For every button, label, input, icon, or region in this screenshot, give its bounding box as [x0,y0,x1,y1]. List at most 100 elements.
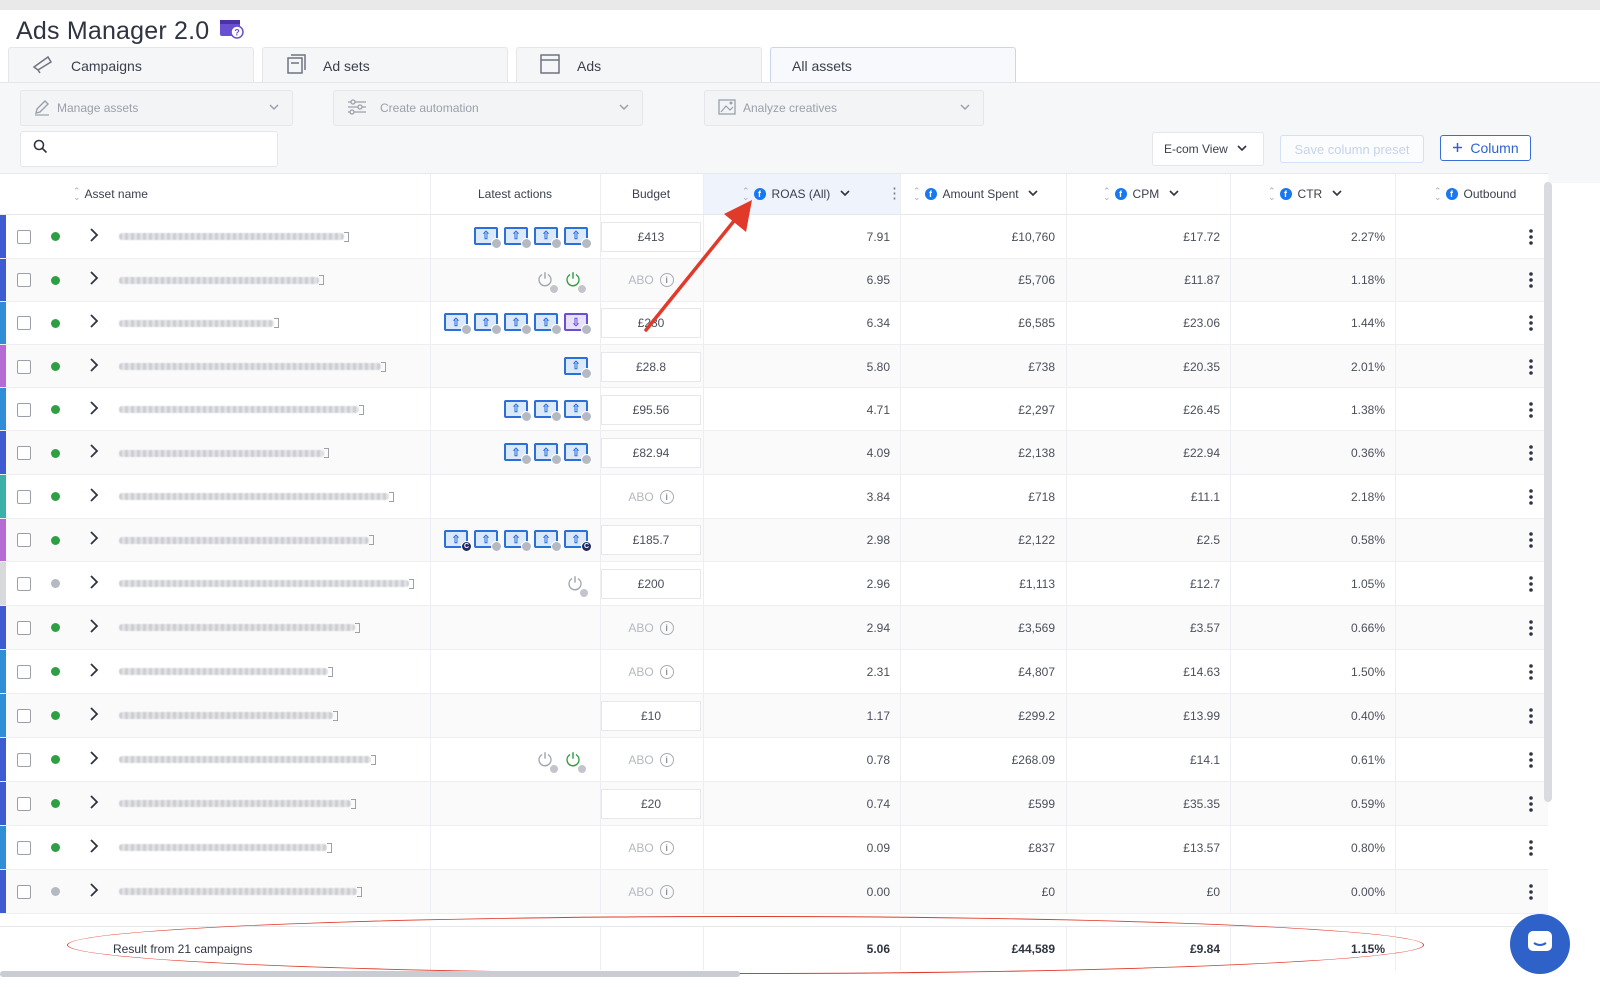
chevron-right-icon[interactable] [89,882,99,903]
budget-field[interactable]: £82.94 [601,438,701,468]
power-icon[interactable]: ⏻ [534,270,559,294]
asset-name-redacted[interactable] [119,668,328,676]
table-row[interactable]: ABO i 2.94 £3,569 £3.57 0.66% [0,605,1548,650]
asset-name-redacted[interactable] [119,406,359,413]
chevron-down-icon[interactable] [1027,187,1039,202]
budget-increase-icon[interactable]: ⇧ C [564,530,592,553]
budget-increase-icon[interactable]: ⇧ [504,443,532,465]
row-checkbox[interactable] [17,533,31,548]
manage-assets-dropdown[interactable]: Manage assets [20,90,293,126]
table-row[interactable]: ⇧ ⇧ ⇧ £95.56 4.71 £2,297 £26.45 1.38% [0,388,1548,431]
header-cpm[interactable]: ⌃ ⌄ f CPM [1103,174,1180,214]
row-checkbox[interactable] [17,273,31,287]
row-menu-icon[interactable] [1528,707,1534,725]
table-row[interactable]: ⏻ ⏻ ABO i 6.95 £5,706 £11.87 1.18% [0,258,1548,302]
chevron-down-icon[interactable] [1168,187,1180,202]
budget-increase-icon[interactable]: ⇧ C [444,530,472,553]
row-menu-icon[interactable] [1528,795,1534,813]
save-column-preset-button[interactable]: Save column preset [1280,135,1424,163]
row-checkbox[interactable] [17,620,31,635]
row-menu-icon[interactable] [1528,271,1534,289]
budget-increase-icon[interactable]: ⇧ [504,226,532,249]
row-checkbox[interactable] [17,489,31,504]
chevron-down-icon[interactable] [1331,187,1343,202]
budget-increase-icon[interactable]: ⇧ [534,226,562,249]
row-checkbox[interactable] [17,664,31,679]
table-row[interactable]: ⏻ ⏻ ABO i 0.78 £268.09 £14.1 0.61% [0,737,1548,782]
row-menu-icon[interactable] [1528,401,1534,419]
row-checkbox[interactable] [17,840,31,855]
budget-field[interactable]: £10 [601,700,701,731]
asset-name-redacted[interactable] [119,844,327,851]
chevron-down-icon[interactable] [839,187,851,202]
budget-increase-icon[interactable]: ⇧ [504,399,532,422]
row-menu-icon[interactable] [1528,839,1534,857]
budget-decrease-icon[interactable]: ⇩ [564,313,592,336]
header-asset-name[interactable]: ⌃ ⌄ Asset name [73,174,148,214]
vertical-scrollbar[interactable] [1544,182,1552,802]
header-amount-spent[interactable]: ⌃ ⌄ f Amount Spent [913,174,1039,214]
budget-increase-icon[interactable]: ⇧ [474,313,502,336]
budget-increase-icon[interactable]: ⇧ [474,226,502,249]
create-automation-dropdown[interactable]: Create automation [333,90,643,126]
budget-increase-icon[interactable]: ⇧ [534,313,562,336]
row-menu-icon[interactable] [1528,444,1534,462]
table-row[interactable]: ABO i 3.84 £718 £11.1 2.18% [0,475,1548,519]
table-row[interactable]: ⇧ ⇧ ⇧ ⇧ £413 7.91 £10,760 £17.72 2.27% [0,215,1548,259]
chevron-right-icon[interactable] [89,618,99,639]
analyze-creatives-dropdown[interactable]: Analyze creatives [704,90,984,126]
power-icon[interactable]: ⏻ [562,270,587,294]
asset-name-redacted[interactable] [119,624,355,631]
view-select[interactable]: E-com View [1152,132,1264,166]
info-icon[interactable]: i [659,489,674,504]
asset-name-redacted[interactable] [119,319,274,327]
info-icon[interactable]: i [659,620,674,635]
row-menu-icon[interactable] [1528,663,1534,681]
power-icon[interactable]: ⏻ [534,750,559,774]
power-icon[interactable]: ⏻ [564,574,589,598]
budget-increase-icon[interactable]: ⇧ [474,530,502,553]
budget-increase-icon[interactable]: ⇧ [534,399,562,422]
budget-field[interactable]: £95.56 [601,394,701,425]
row-menu-icon[interactable] [1528,228,1534,246]
chevron-right-icon[interactable] [89,270,99,291]
chevron-right-icon[interactable] [89,313,99,334]
table-row[interactable]: ⇧ £28.8 5.80 £738 £20.35 2.01% [0,345,1548,388]
table-row[interactable]: ⇧⇧⇧⇧⇩£2806.34£6,585£23.061.44% [0,301,1548,345]
info-icon[interactable]: i [659,752,674,767]
table-row[interactable]: £10 1.17 £299.2 £13.99 0.40% [0,694,1548,738]
row-checkbox[interactable] [17,446,31,460]
budget-increase-icon[interactable]: ⇧ [564,399,592,422]
budget-field[interactable]: £200 [601,568,701,599]
chevron-right-icon[interactable] [89,530,99,551]
budget-increase-icon[interactable]: ⇧ [534,443,562,465]
chevron-right-icon[interactable] [89,706,99,727]
budget-field[interactable]: £28.8 [601,351,701,382]
add-column-button[interactable]: Column [1440,135,1531,161]
chevron-right-icon[interactable] [89,227,99,248]
budget-increase-icon[interactable]: ⇧ [504,313,532,336]
asset-name-redacted[interactable] [119,493,389,501]
table-row[interactable]: ⇧ ⇧ ⇧ £82.94 4.09 £2,138 £22.94 0.36% [0,431,1548,475]
row-checkbox[interactable] [17,884,31,899]
asset-name-redacted[interactable] [119,233,344,241]
asset-name-redacted[interactable] [119,580,409,588]
chevron-right-icon[interactable] [89,750,99,771]
chevron-right-icon[interactable] [89,487,99,508]
budget-field[interactable]: £185.7 [601,525,701,556]
info-icon[interactable]: i [659,884,674,899]
budget-increase-icon[interactable]: ⇧ [564,226,592,249]
info-icon[interactable]: i [659,840,674,855]
info-icon[interactable]: i [659,664,674,679]
table-row[interactable]: £20 0.74 £599 £35.35 0.59% [0,781,1548,826]
horizontal-scrollbar[interactable] [0,971,740,977]
table-row[interactable]: ABO i 0.09 £837 £13.57 0.80% [0,825,1548,870]
budget-increase-icon[interactable]: ⇧ [504,530,532,553]
row-checkbox[interactable] [17,796,31,811]
tab-all-assets[interactable]: All assets [770,47,1016,83]
row-menu-icon[interactable] [1528,619,1534,637]
row-menu-icon[interactable] [1528,575,1534,593]
chevron-right-icon[interactable] [89,794,99,815]
row-checkbox[interactable] [17,359,31,374]
header-ctr[interactable]: ⌃ ⌄ f CTR [1268,174,1343,214]
